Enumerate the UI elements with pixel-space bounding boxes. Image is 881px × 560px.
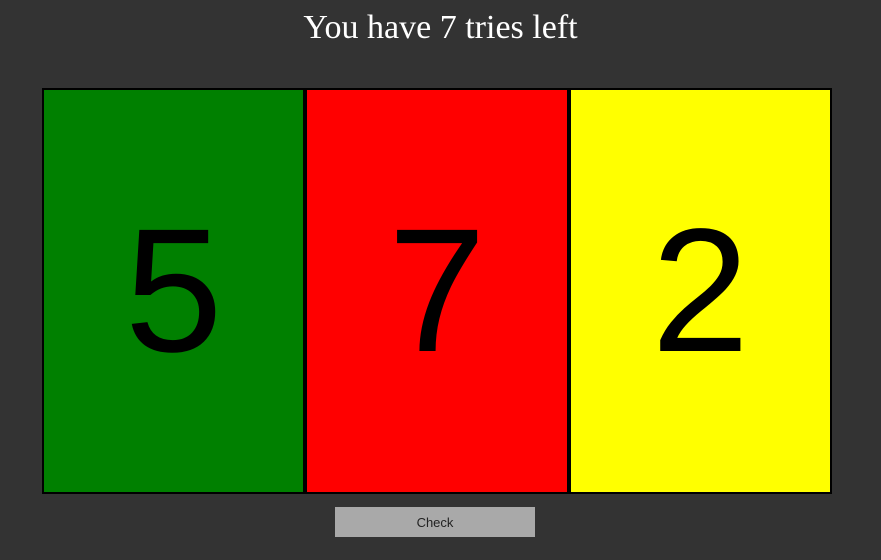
digit-cell-3[interactable]: 2 [568, 88, 832, 494]
digit-value-3: 2 [651, 193, 750, 389]
digit-cell-1[interactable]: 5 [42, 88, 306, 494]
digit-cell-2[interactable]: 7 [305, 88, 569, 494]
check-button[interactable]: Check [335, 507, 535, 537]
digit-value-2: 7 [388, 193, 486, 389]
digit-value-1: 5 [124, 193, 223, 389]
digit-board: 5 7 2 [42, 88, 832, 494]
tries-left-heading: You have 7 tries left [303, 9, 578, 46]
